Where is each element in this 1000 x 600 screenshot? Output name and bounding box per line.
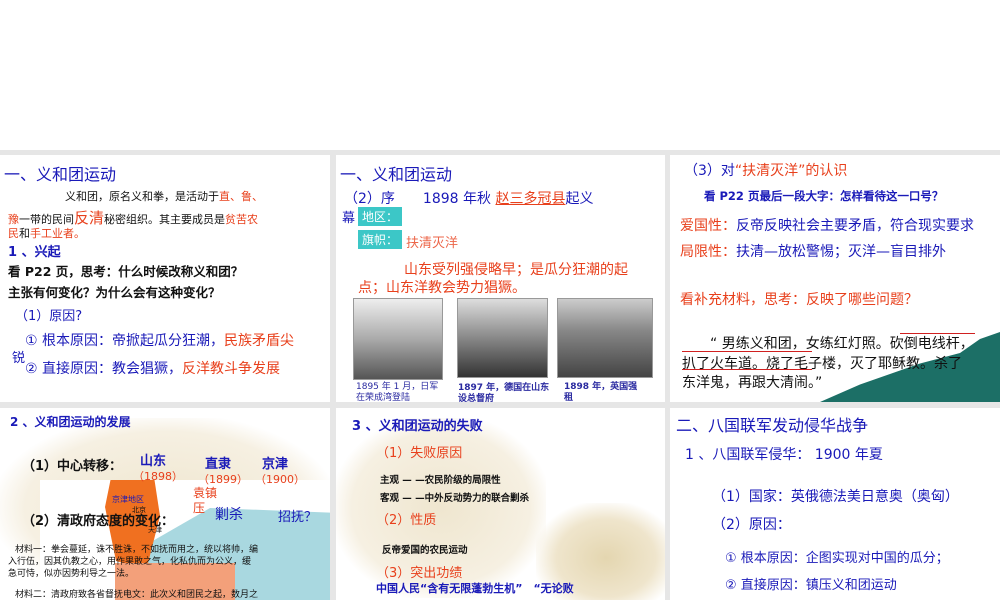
slide-text: 主张有何变化？为什么会有这种变化？: [8, 285, 221, 300]
slide-text: 幕: [342, 211, 356, 226]
slide-text: 剿杀: [215, 507, 243, 523]
slide-text: （1）原因?: [15, 309, 83, 324]
slide-thumbnail-3[interactable]: （3）对“扶清灭洋”的认识 看 P22 页最后一段大字：怎样看待这一口号？ 爱国…: [670, 155, 1000, 402]
slide-text: 局限性：扶清—放松警惕；灭洋—盲目排外: [680, 244, 946, 260]
slide-text: 主观 — —农民阶级的局限性: [380, 475, 501, 486]
slide-title: 二、八国联军发动侵华战争: [676, 416, 869, 435]
slide-text: 点；山东洋教会势力猖獗。: [358, 280, 526, 296]
place-label: 直隶: [205, 457, 232, 472]
area-label: 地区：: [358, 207, 402, 226]
slide-text: ② 直接原因：镇压义和团运动: [725, 578, 897, 593]
slide-thumbnail-2[interactable]: 一、义和团运动 （2）序 1898 年秋 赵三多冠县起义 幕 地区： 旗帜： 扶清…: [336, 155, 665, 402]
slide-text: 民和手工业者。: [8, 227, 85, 240]
section-heading: （2）性质: [376, 513, 437, 528]
slide-text: ① 根本原因：企图实现对中国的瓜分；: [725, 551, 949, 566]
slide-title: 一、义和团运动: [4, 165, 117, 184]
slide-text: 看 P22 页最后一段大字：怎样看待这一口号？: [704, 189, 944, 203]
slide-text: （2）清政府态度的变化：: [22, 514, 175, 529]
slide-title: 一、义和团运动: [340, 165, 453, 184]
flag-label: 旗帜：: [358, 230, 402, 249]
slide-text: 袁镇压: [193, 486, 218, 515]
year-label: （1900）: [255, 473, 305, 486]
photo-caption: 1895 年 1 月，日军在荣成湾登陆: [356, 382, 439, 402]
underline-mark: [900, 333, 975, 334]
slide-text: （1）国家：英俄德法美日意奥（奥匈）: [712, 489, 959, 505]
slide-text: 反帝爱国的农民运动: [382, 545, 468, 556]
place-label: 京津: [262, 457, 289, 472]
underline-mark: [682, 351, 812, 352]
photo-caption: 1898 年，英国强租: [564, 382, 638, 402]
slide-text: 爱国性：反帝反映社会主要矛盾，符合现实要求: [680, 218, 974, 234]
slide-thumbnail-5[interactable]: 3 、义和团运动的失败 （1）失败原因 主观 — —农民阶级的局限性 客观 — …: [336, 408, 665, 600]
slide-thumbnail-6[interactable]: 二、八国联军发动侵华战争 1 、八国联军侵华： 1900 年夏 （1）国家：英俄…: [670, 408, 1000, 600]
map-label: 京津地区: [112, 495, 144, 504]
slide-text: 扶清灭洋: [406, 236, 459, 251]
slide-sorter-grid: 一、义和团运动 义和团，原名义和拳，是活动于直、鲁、 豫一带的民间反清秘密组织。…: [0, 150, 1000, 600]
place-label: 山东: [140, 454, 167, 469]
quote-line: 扒了火车道。烧了毛子楼，灭了耶稣教。杀了: [682, 356, 962, 372]
slide-title: 2 、义和团运动的发展: [10, 415, 131, 429]
slide-text: （2）原因：: [712, 517, 791, 533]
slide-text: 看补充材料，思考：反映了哪些问题？: [680, 292, 918, 308]
slide-thumbnail-1[interactable]: 一、义和团运动 义和团，原名义和拳，是活动于直、鲁、 豫一带的民间反清秘密组织。…: [0, 155, 330, 402]
photo-governor-office: [457, 298, 548, 378]
underline-mark: [682, 369, 812, 370]
slide-text: 山东受列强侵略早；是瓜分狂潮的起: [404, 262, 628, 278]
slide-text: （1）中心转移：: [22, 459, 123, 474]
photo-caption: 1897 年，德国在山东设总督府: [458, 383, 550, 402]
slide-subtitle: 1 、兴起: [8, 245, 61, 260]
year-label: （1899）: [198, 473, 248, 486]
year-label: （1898）: [133, 470, 183, 483]
photo-landing: [353, 298, 443, 380]
slide-text: （2）序 1898 年秋 赵三多冠县起义: [344, 191, 594, 207]
slide-text: 义和团，原名义和拳，是活动于直、鲁、: [65, 190, 263, 203]
slide-text: ① 根本原因：帝掀起瓜分狂潮，民族矛盾尖: [25, 333, 295, 349]
quote-line: “ 男练义和团，女练红灯照。砍倒电线杆，: [710, 336, 974, 352]
slide-text: 看 P22 页，思考：什么时候改称义和团？: [8, 264, 244, 279]
material-text: 材料二：清政府致各省督抚电文：此次义和团民之起，数月之: [15, 590, 259, 600]
slide-text: 1 、八国联军侵华： 1900 年夏: [685, 447, 883, 463]
slide-text: ② 直接原因：教会猖獗，反洋教斗争发展: [25, 361, 281, 377]
section-heading: （1）失败原因: [376, 446, 463, 461]
top-blank-area: [0, 0, 1000, 150]
photo-lease: [557, 298, 653, 378]
slide-title: 3 、义和团运动的失败: [352, 419, 483, 434]
material-text: 急可恃，似亦因势利导之一法。: [8, 569, 135, 579]
slide-text: 招抚？: [278, 510, 318, 525]
quote-line: 东洋鬼，再跟大清闹。”: [682, 375, 823, 391]
slide-thumbnail-4[interactable]: 京津地区 北京 天津 2 、义和团运动的发展 （1）中心转移： 山东 直隶 京津…: [0, 408, 330, 600]
slide-text: 锐: [12, 351, 26, 366]
slide-title: （3）对“扶清灭洋”的认识: [684, 163, 848, 179]
slide-text: 中国人民“含有无限蓬勃生机” “无论败: [376, 582, 574, 595]
slide-text: 客观 — —中外反动势力的联合剿杀: [380, 493, 530, 504]
section-heading: （3）突出功绩: [376, 566, 463, 581]
